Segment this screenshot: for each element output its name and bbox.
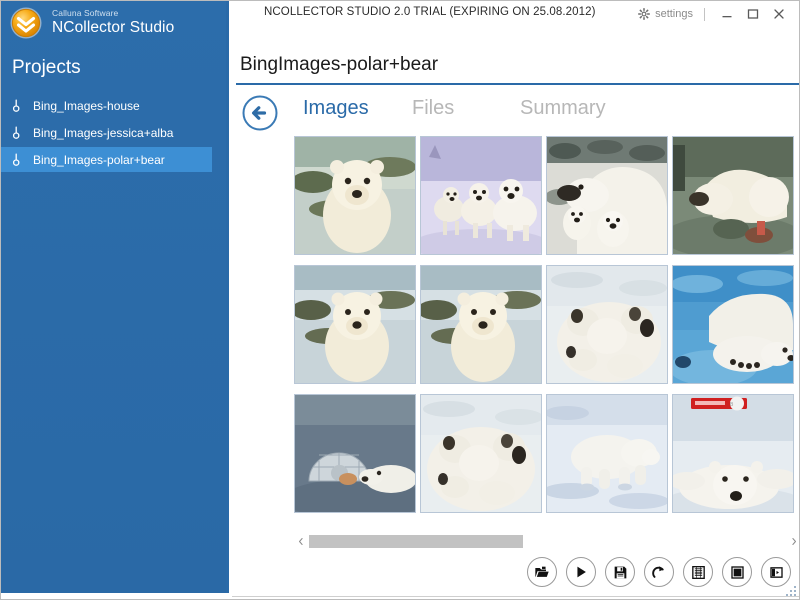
tab-summary[interactable]: Summary bbox=[520, 97, 606, 120]
window-title: NCOLLECTOR STUDIO 2.0 TRIAL (EXPIRING ON… bbox=[264, 6, 596, 18]
tab-bar: Images Files Summary bbox=[232, 91, 800, 139]
titlebar-divider bbox=[704, 8, 705, 21]
double-chevron-logo-icon bbox=[9, 6, 43, 40]
redo-button[interactable] bbox=[644, 557, 674, 587]
image-row: B bbox=[294, 394, 800, 518]
open-folder-icon bbox=[534, 564, 550, 580]
project-icon bbox=[12, 153, 25, 166]
sidebar-item-bing-images-jessica-alba[interactable]: Bing_Images-jessica+alba bbox=[0, 120, 229, 145]
sidebar-item-label: Bing_Images-jessica+alba bbox=[33, 126, 173, 140]
page-title: BingImages-polar+bear bbox=[240, 54, 438, 76]
save-button[interactable] bbox=[605, 557, 635, 587]
thumbnail-item[interactable] bbox=[546, 136, 668, 255]
maximize-button[interactable] bbox=[740, 3, 766, 25]
report-panel-button[interactable] bbox=[761, 557, 791, 587]
brand-text: Calluna Software NCollector Studio bbox=[52, 9, 174, 38]
scrollbar-track[interactable] bbox=[309, 535, 785, 548]
panel-icon bbox=[769, 565, 784, 580]
thumbnail-item[interactable] bbox=[420, 265, 542, 384]
tab-images[interactable]: Images bbox=[303, 97, 369, 120]
resize-grip[interactable] bbox=[785, 585, 798, 598]
redo-icon bbox=[651, 564, 667, 580]
window-controls: settings bbox=[634, 0, 792, 28]
back-arrow-icon[interactable] bbox=[241, 94, 279, 132]
chevron-left-icon[interactable] bbox=[294, 533, 307, 550]
settings-label: settings bbox=[655, 8, 693, 20]
sidebar-item-bing-images-house[interactable]: Bing_Images-house bbox=[0, 93, 229, 118]
app-window: Calluna Software NCollector Studio Proje… bbox=[0, 0, 800, 600]
image-grid: B bbox=[294, 136, 800, 526]
thumbnail-item[interactable] bbox=[672, 136, 794, 255]
bottom-toolbar bbox=[232, 553, 800, 600]
sidebar: Calluna Software NCollector Studio Proje… bbox=[0, 0, 229, 593]
thumbnail-item[interactable] bbox=[420, 136, 542, 255]
sidebar-item-label: Bing_Images-polar+bear bbox=[33, 153, 165, 167]
open-folder-button[interactable] bbox=[527, 557, 557, 587]
log-list-button[interactable] bbox=[683, 557, 713, 587]
stop-icon bbox=[730, 565, 745, 580]
image-row bbox=[294, 265, 800, 389]
toolbar-button-group bbox=[527, 557, 791, 587]
thumbnail-item[interactable] bbox=[546, 265, 668, 384]
sidebar-item-bing-images-polar-bear[interactable]: Bing_Images-polar+bear bbox=[0, 147, 212, 172]
horizontal-scrollbar[interactable] bbox=[294, 533, 800, 550]
thumbnail-item[interactable]: B bbox=[672, 394, 794, 513]
settings-button[interactable]: settings bbox=[634, 6, 697, 22]
brand-product: NCollector Studio bbox=[52, 19, 174, 37]
gear-icon bbox=[638, 8, 650, 20]
project-icon bbox=[12, 99, 25, 112]
project-icon bbox=[12, 126, 25, 139]
thumbnail-item[interactable] bbox=[420, 394, 542, 513]
thumbnail-item[interactable] bbox=[672, 265, 794, 384]
toolbar-divider bbox=[232, 596, 800, 597]
projects-heading: Projects bbox=[12, 57, 81, 79]
minimize-button[interactable] bbox=[714, 3, 740, 25]
brand-company: Calluna Software bbox=[52, 9, 174, 19]
brand-logo-area: Calluna Software NCollector Studio bbox=[0, 0, 229, 46]
project-list: Bing_Images-house Bing_Images-jessica+al… bbox=[0, 93, 229, 174]
title-underline bbox=[236, 83, 800, 85]
list-icon bbox=[691, 565, 706, 580]
thumbnail-item[interactable] bbox=[294, 265, 416, 384]
tab-files[interactable]: Files bbox=[412, 97, 454, 120]
image-row bbox=[294, 136, 800, 260]
save-icon bbox=[613, 565, 628, 580]
stop-button[interactable] bbox=[722, 557, 752, 587]
play-button[interactable] bbox=[566, 557, 596, 587]
play-icon bbox=[573, 564, 589, 580]
main-pane: BingImages-polar+bear Images Files Summa… bbox=[232, 28, 800, 600]
thumbnail-item[interactable] bbox=[294, 136, 416, 255]
thumbnail-item[interactable] bbox=[546, 394, 668, 513]
close-button[interactable] bbox=[766, 3, 792, 25]
thumbnail-item[interactable] bbox=[294, 394, 416, 513]
scrollbar-thumb[interactable] bbox=[309, 535, 523, 548]
sidebar-item-label: Bing_Images-house bbox=[33, 99, 140, 113]
